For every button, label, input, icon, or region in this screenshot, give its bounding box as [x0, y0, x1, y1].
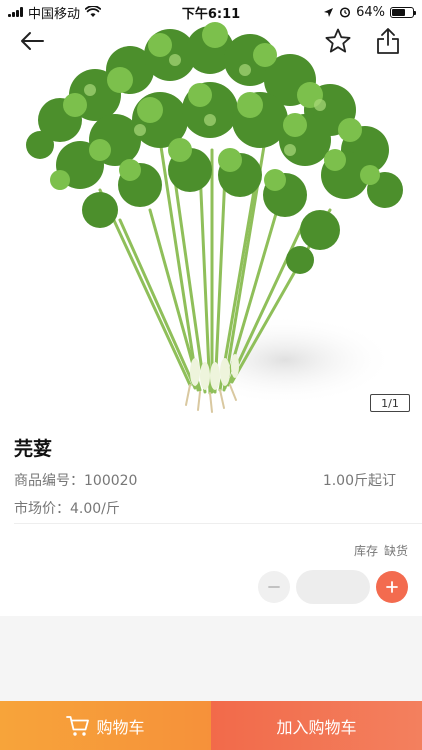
plus-icon	[386, 581, 398, 593]
divider	[14, 523, 422, 524]
star-icon	[325, 28, 351, 53]
add-to-cart-label: 加入购物车	[276, 717, 357, 737]
wifi-icon	[85, 6, 102, 17]
quantity-stepper	[258, 570, 408, 604]
cart-label: 购物车	[96, 717, 145, 737]
add-to-cart-button[interactable]: 加入购物车	[211, 701, 422, 750]
share-button[interactable]	[370, 24, 406, 58]
location-icon	[324, 7, 334, 17]
quantity-input[interactable]	[296, 570, 370, 604]
status-bar: 中国移动 下午6:11 64%	[0, 0, 422, 24]
share-icon	[377, 28, 399, 54]
market-price-value: 4.00/斤	[70, 501, 120, 517]
product-code-value: 100020	[84, 473, 138, 489]
back-button[interactable]	[14, 24, 50, 58]
favorite-button[interactable]	[320, 24, 356, 58]
product-image-area[interactable]: 1/1	[0, 0, 422, 420]
market-price-label: 市场价：	[14, 501, 70, 517]
decrease-button[interactable]	[258, 571, 290, 603]
product-name: 芫荽	[14, 438, 53, 460]
stock-info: 库存 缺货	[354, 542, 408, 559]
battery-percent: 64%	[356, 4, 385, 20]
battery-icon	[390, 6, 416, 18]
top-nav	[0, 24, 422, 58]
stock-label: 库存	[353, 544, 378, 558]
market-price: 市场价：4.00/斤	[14, 498, 120, 518]
carrier-label: 中国移动	[28, 6, 81, 22]
product-code: 商品编号：100020	[14, 470, 137, 490]
product-info: 芫荽 商品编号：100020 1.00斤起订 市场价：4.00/斤 库存 缺货	[0, 420, 422, 616]
cart-icon	[66, 715, 90, 736]
min-order: 1.00斤起订	[322, 473, 396, 489]
bottom-action-bar: 购物车 加入购物车	[0, 701, 422, 750]
cart-button[interactable]: 购物车	[0, 701, 211, 750]
coriander-image	[26, 22, 403, 413]
increase-button[interactable]	[376, 571, 408, 603]
product-code-label: 商品编号：	[14, 473, 84, 489]
minus-icon	[268, 586, 280, 588]
alarm-icon	[340, 7, 351, 18]
arrow-left-icon	[21, 32, 44, 50]
signal-icon	[8, 7, 23, 17]
photo-indicator: 1/1	[370, 394, 410, 412]
stock-status: 缺货	[383, 544, 408, 558]
